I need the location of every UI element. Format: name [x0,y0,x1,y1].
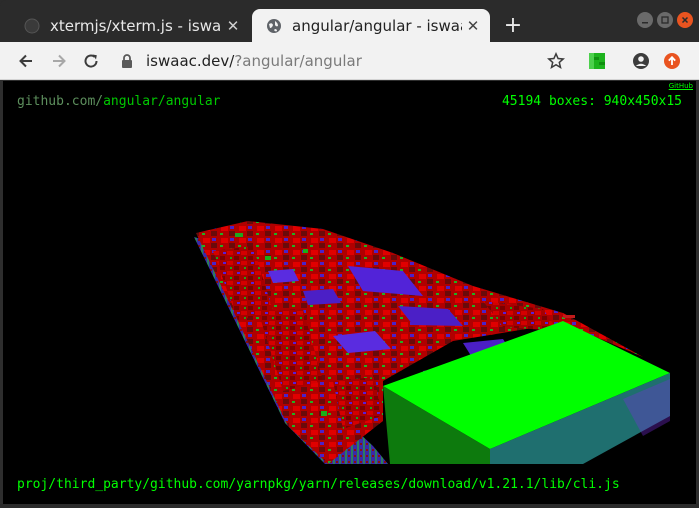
arrow-right-icon [53,54,66,68]
url-path: ?angular/angular [234,52,362,70]
box-stats: 45194 boxes: 940x450x15 [501,94,682,109]
repo-label[interactable]: github.com/angular/angular [17,94,221,109]
back-button[interactable] [14,49,38,73]
reload-button[interactable] [79,49,103,73]
extension-button[interactable] [586,50,608,72]
maximize-icon[interactable] [657,12,673,28]
arrow-left-icon [19,54,32,68]
close-icon[interactable]: ✕ [222,15,244,37]
repo-prefix: github.com/ [17,94,104,109]
browser-window: xtermjs/xterm.js - iswaac ✕ angular/angu… [0,0,699,508]
globe-icon [267,18,281,33]
update-arrow-icon [664,53,680,69]
browser-toolbar: iswaac.dev/?angular/angular [0,42,699,80]
reload-icon [84,54,98,68]
close-icon[interactable]: ✕ [462,15,484,37]
globe-icon [24,18,40,33]
tab-title: angular/angular - iswaac [292,16,462,35]
star-icon [547,52,565,69]
url-host: iswaac.dev/ [146,52,235,70]
address-bar[interactable]: iswaac.dev/?angular/angular [146,52,362,70]
tab-angular[interactable]: angular/angular - iswaac ✕ [252,9,490,42]
account-icon [633,53,649,69]
hovered-file-path: proj/third_party/github.com/yarnpkg/yarn… [17,477,620,492]
treemap-3d-scene[interactable] [3,81,696,504]
bookmark-star-button[interactable] [545,50,567,72]
window-frame [0,504,699,508]
forward-button[interactable] [47,49,71,73]
tab-xterm[interactable]: xtermjs/xterm.js - iswaac ✕ [10,9,250,42]
page-canvas[interactable]: GitHub github.com/angular/angular 45194 … [3,81,696,504]
tab-title: xtermjs/xterm.js - iswaac [50,16,222,35]
github-link[interactable]: GitHub [669,82,693,90]
update-menu-button[interactable] [661,50,683,72]
account-button[interactable] [630,50,652,72]
repo-name: angular/angular [103,94,221,109]
lock-icon[interactable] [120,53,134,69]
extension-icon [589,53,605,69]
tab-strip: xtermjs/xterm.js - iswaac ✕ angular/angu… [0,0,699,42]
window-close-icon[interactable] [677,12,693,28]
new-tab-button[interactable]: + [500,12,526,38]
minimize-icon[interactable] [637,12,653,28]
